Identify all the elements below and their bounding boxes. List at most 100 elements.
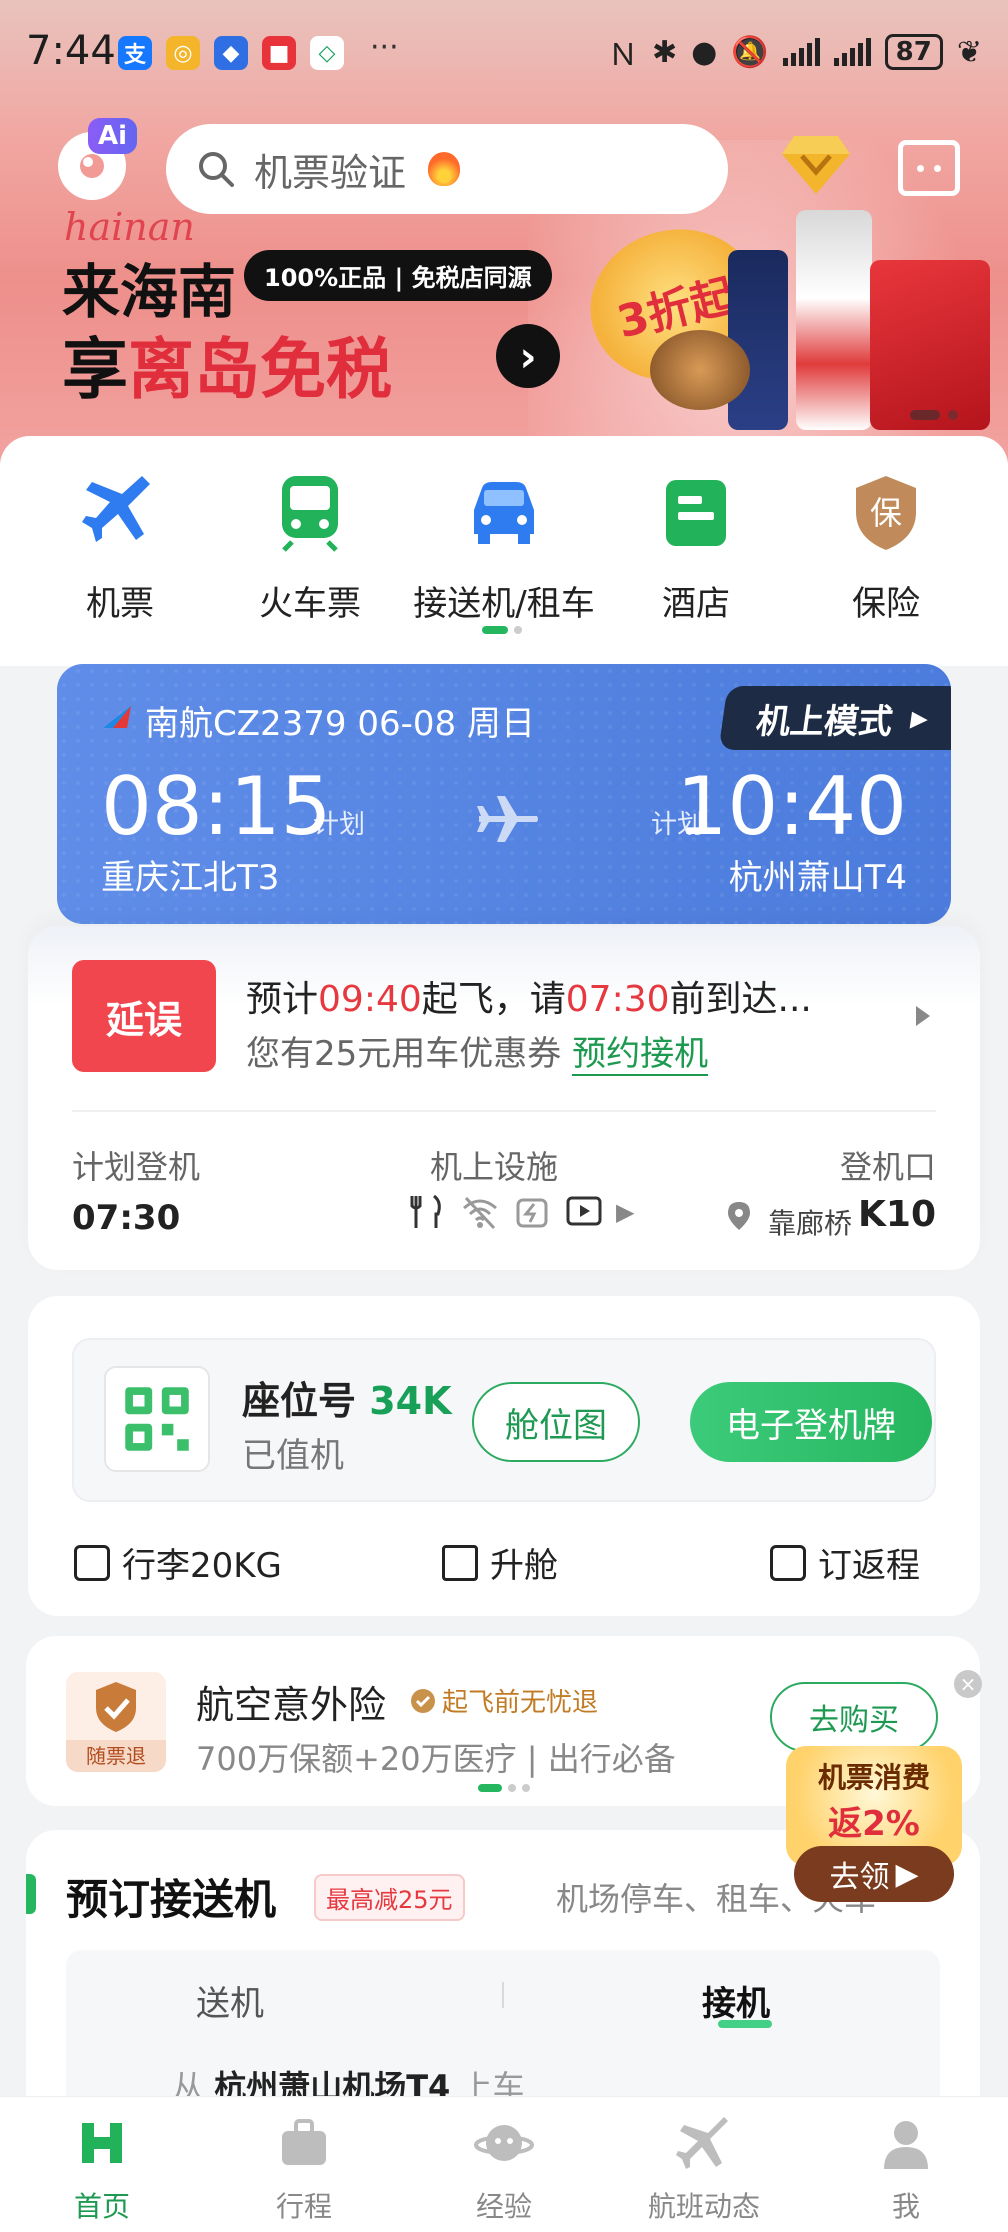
nav-hotel[interactable]: 酒店 [596,472,796,625]
banner-prefix: 享 [62,331,128,408]
status-bar: 7:44 支 ◎ ◆ ■ ◇ ··· Ｎ ✱ ● 🔕 87 ❦ [0,0,1008,110]
svg-text:保: 保 [870,494,902,532]
close-icon[interactable]: × [954,1670,982,1698]
hero-banner[interactable]: 7:44 支 ◎ ◆ ■ ◇ ··· Ｎ ✱ ● 🔕 87 ❦ Ai 机票验证 [0,0,1008,470]
insurance-badge-text: 起飞前无忧退 [442,1688,599,1718]
tab-flight-status[interactable]: 航班动态 [644,2113,764,2225]
alipay-icon: 支 [118,36,152,70]
arrive-by-time: 07:30 [565,979,670,1020]
arrival-airport: 杭州萧山T4 [728,858,907,898]
delay-text: 预计 [246,979,319,1020]
location-pin-icon [728,1202,750,1230]
location-icon: ● [691,34,718,70]
return-flight-label: 订返程 [818,1546,920,1586]
tab-label: 首页 [73,2190,130,2223]
tab-home[interactable]: 首页 [42,2113,162,2225]
tab-experience[interactable]: 经验 [444,2113,564,2225]
quick-nav: 机票 火车票 接送机/租车 酒店 保 保险 [0,436,1008,666]
nav-flight[interactable]: 机票 [20,472,220,625]
search-placeholder: 机票验证 [254,150,407,195]
wifi-icon [463,1196,497,1230]
product-image [796,210,872,430]
plane-icon [82,476,150,542]
flight-header: 南航CZ2379 06-08 周日 [145,704,535,744]
tab-drop-off[interactable]: 送机 [196,1976,264,2025]
plane-icon [676,2117,728,2169]
delay-message: 预计09:40起飞，请07:30前到达... [246,970,812,1022]
ai-badge[interactable]: Ai [88,118,138,154]
facilities-icons[interactable]: ▶ [408,1192,634,1232]
app-icon: ◆ [214,36,248,70]
upgrade-button[interactable]: 升舱 [442,1538,558,1587]
diamond-icon[interactable] [780,132,852,198]
flight-status-card[interactable]: 延误 预计09:40起飞，请07:30前到达... 您有25元用车优惠券 预约接… [28,926,980,1270]
book-pickup-link[interactable]: 预约接机 [572,1034,709,1076]
insurance-title: 航空意外险 [196,1683,387,1727]
boarding-time: 07:30 [72,1198,181,1238]
check-shield-icon [411,1688,435,1713]
buy-insurance-button[interactable]: 去购买 [770,1682,938,1752]
chevron-right-icon[interactable] [916,1006,930,1026]
nav-insurance[interactable]: 保 保险 [786,472,986,625]
more-notifications: ··· [370,30,399,65]
app-icon: ◎ [166,36,200,70]
quick-nav-pager [482,626,522,634]
play-icon: ▶ [895,1856,919,1892]
banner-highlight: 离岛免税 [128,331,392,408]
cashback-promo[interactable]: 机票消费 返2% 去领 ▶ [786,1746,962,1942]
meal-icon [410,1194,441,1228]
departure-plan-label: 计划 [313,810,366,840]
nfc-icon: Ｎ [607,38,638,73]
signal-icon [782,38,820,66]
insurance-icon: 保 [856,476,916,550]
checkin-status: 已值机 [242,1436,344,1476]
seat-panel[interactable]: 座位号 34K 已值机 舱位图 电子登机牌 [72,1338,936,1502]
gate-number: K10 [858,1194,936,1235]
banner-subheadline: 享离岛免税 [62,316,392,412]
bottom-tab-bar: 首页 行程 经验 航班动态 我 [0,2096,1008,2232]
divider [72,1110,936,1112]
app-icon: ◇ [310,36,344,70]
tab-trips[interactable]: 行程 [244,2113,364,2225]
planet-icon [474,2125,534,2161]
nav-train[interactable]: 火车票 [210,472,410,625]
app-icon: ■ [262,36,296,70]
boarding-pass-button[interactable]: 电子登机牌 [690,1382,932,1462]
claim-button[interactable]: 去领 ▶ [794,1846,954,1902]
tab-separator [502,1982,504,2008]
search-icon [199,152,234,187]
departure-airport: 重庆江北T3 [101,858,280,898]
power-icon [516,1198,548,1228]
insurance-pager [478,1784,530,1792]
baggage-button[interactable]: 行李20KG [74,1538,282,1587]
suitcase-icon [282,2119,326,2165]
tab-pick-up[interactable]: 接机 [702,1976,770,2025]
seat-label-text: 座位号 [242,1379,370,1423]
return-flight-button[interactable]: 订返程 [770,1538,920,1587]
flight-card[interactable]: 南航CZ2379 06-08 周日 机上模式 ▸ 08:15 计划 计划 10:… [57,664,951,924]
upgrade-label: 升舱 [490,1546,558,1586]
leaf-icon: ❦ [956,34,982,70]
video-icon [566,1196,602,1226]
seat-label: 座位号 34K [242,1370,452,1425]
facilities-label: 机上设施 [430,1148,559,1186]
banner-arrow-icon[interactable]: › [496,324,560,388]
search-bar[interactable]: 机票验证 [166,124,728,214]
plane-icon [477,796,538,842]
status-icons: Ｎ ✱ ● 🔕 87 ❦ [608,30,982,74]
nav-label: 接送机/租车 [413,584,595,624]
chevron-right-icon: ▸ [908,698,931,738]
delay-badge: 延误 [72,960,216,1072]
nav-label: 机票 [86,584,154,624]
flight-mode-button[interactable]: 机上模式 ▸ [718,686,951,750]
upgrade-icon [442,1544,478,1581]
status-time: 7:44 [26,28,116,74]
qr-code-icon [104,1366,210,1472]
chevron-right-icon: ▶ [616,1198,635,1226]
departure-time: 08:15 [101,760,332,853]
tab-profile[interactable]: 我 [846,2113,966,2225]
message-icon[interactable] [898,140,960,196]
coupon-message: 您有25元用车优惠券 预约接机 [246,1026,709,1076]
seat-map-button[interactable]: 舱位图 [472,1382,640,1462]
nav-transfer[interactable]: 接送机/租车 [404,472,604,625]
